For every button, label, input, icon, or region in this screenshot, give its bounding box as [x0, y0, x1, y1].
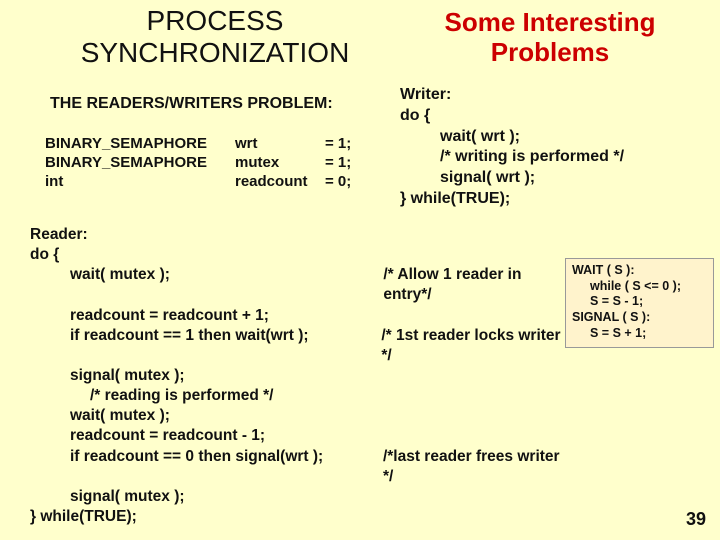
code-comment: /* Allow 1 reader in entry*/ [383, 265, 570, 305]
code-line: S = S + 1; [572, 326, 707, 342]
decl-var: wrt [235, 135, 325, 154]
writer-code: Writer: do { wait( wrt ); /* writing is … [400, 85, 624, 210]
code-line: wait( mutex ); [30, 265, 383, 305]
code-line: /* reading is performed */ [30, 386, 570, 406]
decl-row: int readcount = 0; [45, 173, 351, 192]
signal-header: SIGNAL ( S ): [572, 310, 707, 326]
code-line: signal( wrt ); [400, 168, 624, 189]
code-line: wait( mutex ); [30, 406, 570, 426]
decl-val: = 1; [325, 154, 351, 173]
declarations: BINARY_SEMAPHORE wrt = 1; BINARY_SEMAPHO… [45, 135, 351, 191]
title-left-line2: SYNCHRONIZATION [81, 37, 350, 68]
decl-type: BINARY_SEMAPHORE [45, 154, 235, 173]
code-line: S = S - 1; [572, 294, 707, 310]
decl-type: int [45, 173, 235, 192]
title-left-line1: PROCESS [147, 5, 284, 36]
code-line: Writer: [400, 85, 624, 106]
semaphore-definition-box: WAIT ( S ): while ( S <= 0 ); S = S - 1;… [565, 258, 714, 348]
subtitle: THE READERS/WRITERS PROBLEM: [50, 95, 333, 113]
code-line: readcount = readcount + 1; [30, 306, 570, 326]
code-line: /* writing is performed */ [400, 147, 624, 168]
code-line: signal( mutex ); [30, 366, 570, 386]
decl-var: readcount [235, 173, 325, 192]
code-line: if readcount == 1 then wait(wrt ); [30, 326, 381, 366]
code-comment: /*last reader frees writer */ [383, 447, 570, 487]
wait-header: WAIT ( S ): [572, 263, 707, 279]
decl-var: mutex [235, 154, 325, 173]
title-right-line1: Some Interesting [445, 7, 656, 37]
decl-val: = 0; [325, 173, 351, 192]
code-line: do { [30, 245, 570, 265]
code-line: readcount = readcount - 1; [30, 426, 570, 446]
decl-row: BINARY_SEMAPHORE wrt = 1; [45, 135, 351, 154]
code-line: while ( S <= 0 ); [572, 279, 707, 295]
code-comment: /* 1st reader locks writer */ [381, 326, 570, 366]
decl-val: = 1; [325, 135, 351, 154]
code-line: } while(TRUE); [30, 507, 570, 527]
code-line: Reader: [30, 225, 570, 245]
reader-code: Reader: do { wait( mutex ); /* Allow 1 r… [30, 225, 570, 527]
title-right-line2: Problems [491, 37, 610, 67]
code-line: signal( mutex ); [30, 487, 570, 507]
page-number: 39 [686, 509, 706, 530]
title-right: Some Interesting Problems [400, 8, 700, 68]
code-line: do { [400, 106, 624, 127]
decl-type: BINARY_SEMAPHORE [45, 135, 235, 154]
code-line: wait( wrt ); [400, 127, 624, 148]
title-left: PROCESS SYNCHRONIZATION [65, 5, 365, 69]
code-line: if readcount == 0 then signal(wrt ); [30, 447, 383, 487]
decl-row: BINARY_SEMAPHORE mutex = 1; [45, 154, 351, 173]
code-line: } while(TRUE); [400, 189, 624, 210]
